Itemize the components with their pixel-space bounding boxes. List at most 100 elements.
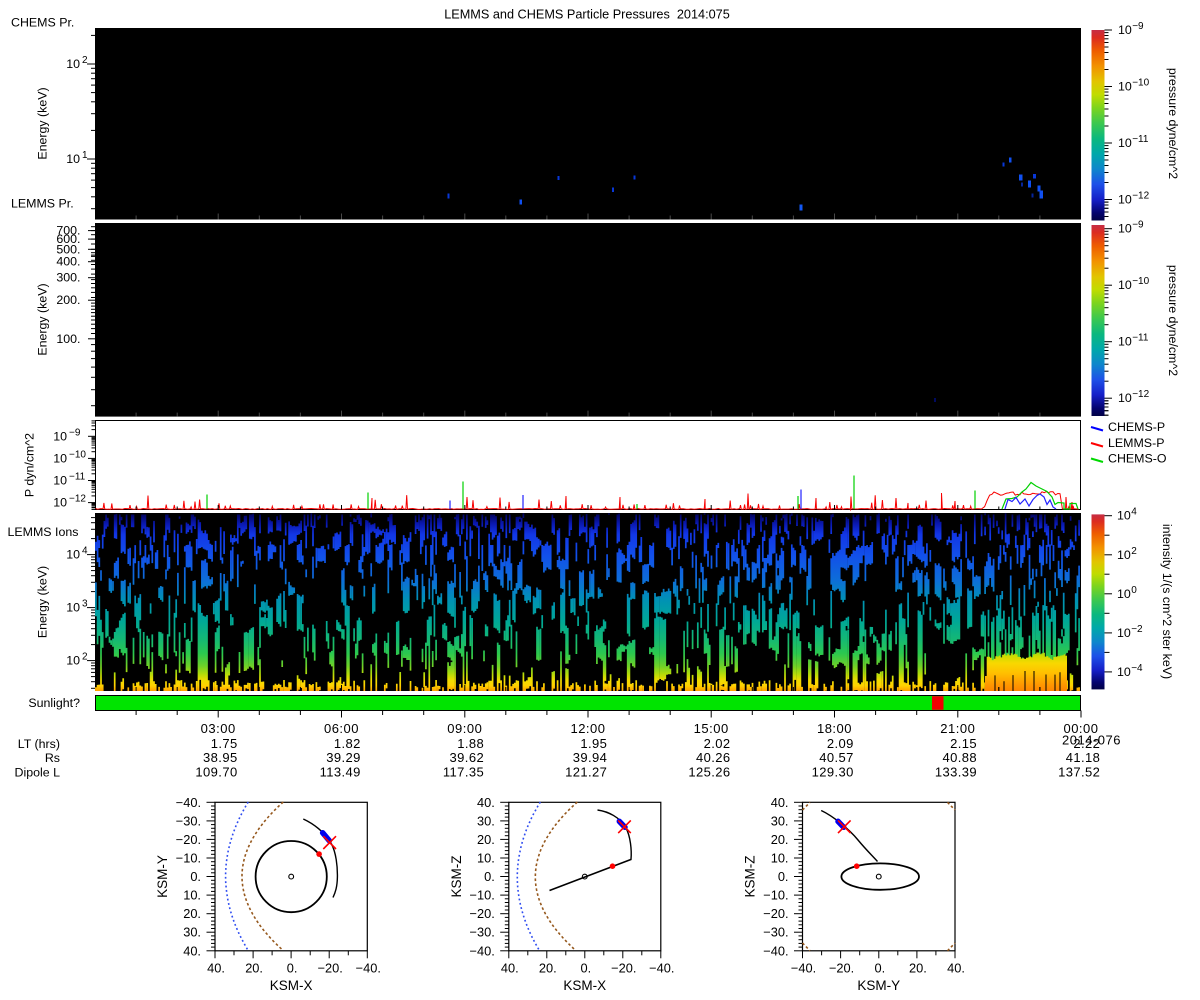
svg-text:KSM-X: KSM-X xyxy=(270,978,313,993)
svg-text:09:00: 09:00 xyxy=(447,721,482,736)
svg-text:40.: 40. xyxy=(947,961,965,976)
svg-text:LEMMS-P: LEMMS-P xyxy=(1108,436,1164,450)
svg-text:125.26: 125.26 xyxy=(688,765,730,780)
svg-text:Rs: Rs xyxy=(45,751,60,765)
svg-text:−9: −9 xyxy=(1132,21,1144,32)
svg-text:10: 10 xyxy=(1118,335,1132,349)
svg-text:40.57: 40.57 xyxy=(819,750,854,765)
svg-text:Energy (keV): Energy (keV) xyxy=(36,87,50,159)
svg-text:113.49: 113.49 xyxy=(320,765,361,780)
svg-text:−40.: −40. xyxy=(356,961,381,976)
svg-text:10: 10 xyxy=(53,451,67,465)
svg-text:−9: −9 xyxy=(1132,220,1144,231)
svg-text:−11: −11 xyxy=(1132,333,1149,344)
svg-text:−9: −9 xyxy=(69,427,81,438)
svg-text:10: 10 xyxy=(1118,23,1132,37)
svg-text:10: 10 xyxy=(1117,587,1131,601)
svg-text:0.: 0. xyxy=(287,961,298,976)
svg-text:21:00: 21:00 xyxy=(940,721,975,736)
svg-text:38.95: 38.95 xyxy=(203,750,238,765)
svg-text:−11: −11 xyxy=(1132,134,1149,145)
svg-text:CHEMS-O: CHEMS-O xyxy=(1108,452,1167,466)
svg-text:10: 10 xyxy=(1118,193,1132,207)
svg-text:40.: 40. xyxy=(207,961,225,976)
svg-text:−40.: −40. xyxy=(763,943,788,958)
svg-text:−10: −10 xyxy=(1132,276,1149,287)
svg-text:−20.: −20. xyxy=(611,961,636,976)
svg-text:400.: 400. xyxy=(56,255,80,269)
svg-text:KSM-X: KSM-X xyxy=(563,978,606,993)
svg-text:117.35: 117.35 xyxy=(443,765,484,780)
svg-text:2: 2 xyxy=(82,55,88,66)
svg-text:10: 10 xyxy=(1117,626,1131,640)
svg-text:LEMMS Pr.: LEMMS Pr. xyxy=(11,197,74,211)
svg-text:30.: 30. xyxy=(771,813,789,828)
svg-text:−40.: −40. xyxy=(791,961,816,976)
svg-text:Sunlight?: Sunlight? xyxy=(28,696,80,710)
svg-text:−20.: −20. xyxy=(318,961,343,976)
svg-text:−30.: −30. xyxy=(763,925,788,940)
svg-text:LEMMS Ions: LEMMS Ions xyxy=(8,525,79,539)
svg-text:LT (hrs): LT (hrs) xyxy=(18,737,60,751)
svg-text:12:00: 12:00 xyxy=(570,721,605,736)
svg-text:10: 10 xyxy=(1118,80,1132,94)
svg-text:10: 10 xyxy=(1117,548,1131,562)
svg-text:0.: 0. xyxy=(778,869,789,884)
svg-text:−12: −12 xyxy=(1132,389,1149,400)
svg-text:10: 10 xyxy=(1117,509,1131,523)
svg-text:2: 2 xyxy=(1131,546,1137,557)
svg-text:40.88: 40.88 xyxy=(942,750,977,765)
svg-text:0: 0 xyxy=(1131,585,1137,596)
svg-text:06:00: 06:00 xyxy=(324,721,359,736)
svg-text:30.: 30. xyxy=(183,925,201,940)
svg-text:129.30: 129.30 xyxy=(812,765,854,780)
svg-text:2.15: 2.15 xyxy=(950,736,977,751)
svg-text:15:00: 15:00 xyxy=(694,721,729,736)
svg-text:KSM-Y: KSM-Y xyxy=(155,855,170,898)
svg-text:20.: 20. xyxy=(183,906,201,921)
svg-text:10: 10 xyxy=(53,429,67,443)
svg-text:−12: −12 xyxy=(1132,191,1149,202)
svg-text:20.: 20. xyxy=(909,961,927,976)
svg-text:10: 10 xyxy=(66,654,80,668)
svg-text:−20.: −20. xyxy=(470,906,495,921)
svg-text:−40.: −40. xyxy=(176,795,201,810)
svg-text:109.70: 109.70 xyxy=(195,765,237,780)
svg-text:10: 10 xyxy=(66,152,80,166)
svg-text:Energy (keV): Energy (keV) xyxy=(36,283,50,355)
svg-text:18:00: 18:00 xyxy=(817,721,852,736)
svg-text:1.75: 1.75 xyxy=(211,736,238,751)
svg-text:−10.: −10. xyxy=(176,851,201,866)
svg-text:300.: 300. xyxy=(56,271,80,285)
svg-text:−4: −4 xyxy=(1131,663,1143,674)
svg-text:KSM-Y: KSM-Y xyxy=(857,978,900,993)
svg-text:39.29: 39.29 xyxy=(326,750,361,765)
svg-text:20.: 20. xyxy=(539,961,557,976)
svg-text:2.09: 2.09 xyxy=(827,736,854,751)
svg-text:10: 10 xyxy=(66,601,80,615)
svg-text:CHEMS-P: CHEMS-P xyxy=(1108,420,1165,434)
svg-text:20.: 20. xyxy=(245,961,263,976)
svg-text:100.: 100. xyxy=(56,332,80,346)
svg-text:40.: 40. xyxy=(771,795,789,810)
svg-text:39.62: 39.62 xyxy=(450,750,485,765)
svg-text:−40.: −40. xyxy=(470,943,495,958)
svg-text:10.: 10. xyxy=(477,851,495,866)
svg-text:10: 10 xyxy=(1118,278,1132,292)
svg-text:−10.: −10. xyxy=(470,888,495,903)
svg-text:10: 10 xyxy=(1118,222,1132,236)
svg-text:10: 10 xyxy=(66,57,80,71)
svg-text:10: 10 xyxy=(66,548,80,562)
svg-text:40.: 40. xyxy=(183,943,201,958)
svg-text:2014-076: 2014-076 xyxy=(1062,733,1121,748)
svg-text:10.: 10. xyxy=(183,888,201,903)
svg-text:−10: −10 xyxy=(69,449,86,460)
svg-text:intensity 1/(s cm^2 ster keV): intensity 1/(s cm^2 ster keV) xyxy=(1160,524,1174,679)
svg-text:10: 10 xyxy=(53,474,67,488)
svg-text:10.: 10. xyxy=(771,851,789,866)
svg-text:Dipole L: Dipole L xyxy=(15,766,61,780)
svg-text:0.: 0. xyxy=(190,869,201,884)
svg-text:137.52: 137.52 xyxy=(1058,765,1100,780)
svg-text:−10: −10 xyxy=(1132,78,1149,89)
svg-text:10: 10 xyxy=(1117,665,1131,679)
